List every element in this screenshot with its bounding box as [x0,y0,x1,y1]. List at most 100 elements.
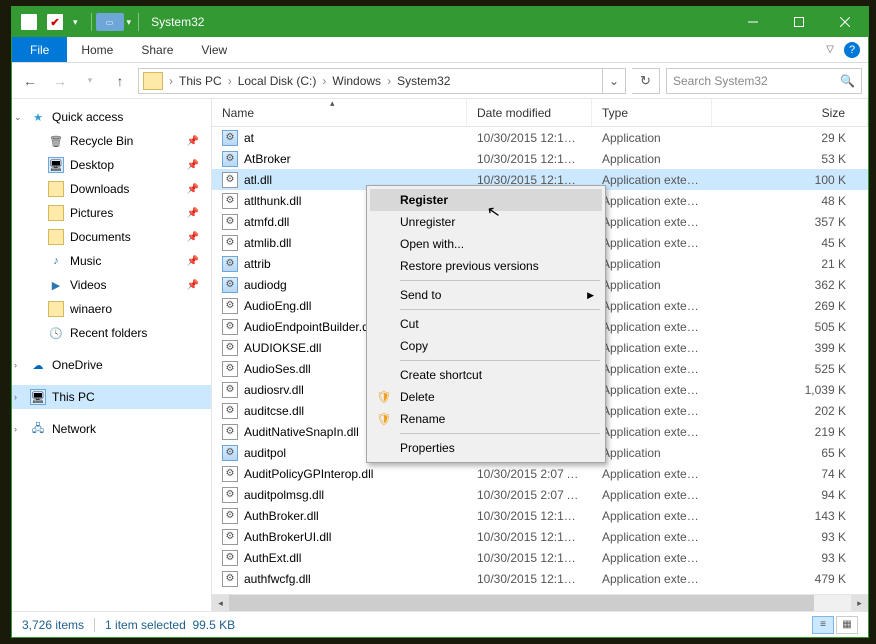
column-type[interactable]: Type [592,99,712,126]
file-type: Application extens... [592,488,712,502]
sidebar-item[interactable]: ♪Music📌 [12,249,211,273]
scroll-thumb[interactable] [229,595,814,611]
sidebar-item[interactable]: 🖥Desktop📌 [12,153,211,177]
sidebar-item[interactable]: Pictures📌 [12,201,211,225]
scroll-left-icon[interactable]: ◂ [212,595,229,612]
menu-item[interactable]: Copy [370,335,602,357]
sidebar-this-pc[interactable]: › 🖥 This PC [12,385,211,409]
scroll-right-icon[interactable]: ▸ [851,595,868,612]
file-type: Application extens... [592,530,712,544]
chevron-right-icon[interactable]: › [385,74,393,88]
column-size[interactable]: Size [712,99,868,126]
minimize-button[interactable] [730,7,776,37]
search-placeholder: Search System32 [673,74,768,88]
chevron-right-icon[interactable]: › [320,74,328,88]
qat-dropdown-icon[interactable]: ▾ [70,17,81,28]
file-type: Application [592,446,712,460]
table-row[interactable]: AuthBroker.dll10/30/2015 12:17 ...Applic… [212,505,868,526]
ribbon-tabs: File Home Share View ▽ ? [12,37,868,63]
table-row[interactable]: authfwcfg.dll10/30/2015 12:17 ...Applica… [212,568,868,589]
chevron-right-icon[interactable]: › [167,74,175,88]
sidebar-onedrive[interactable]: › ☁ OneDrive [12,353,211,377]
horizontal-scrollbar[interactable]: ◂ ▸ [212,594,868,611]
search-icon[interactable]: 🔍 [840,74,855,88]
qat-properties-icon[interactable]: ✔ [44,11,66,33]
ribbon-expand-icon[interactable]: ▽ [826,44,834,55]
table-row[interactable]: AuthExt.dll10/30/2015 12:18 ...Applicati… [212,547,868,568]
window-title: System32 [151,15,204,29]
menu-item[interactable]: Cut [370,313,602,335]
menu-item[interactable]: Restore previous versions [370,255,602,277]
menu-item[interactable]: Properties [370,437,602,459]
menu-item[interactable]: Send to▶ [370,284,602,306]
view-details-button[interactable]: ≡ [812,616,834,634]
address-bar[interactable]: › This PC › Local Disk (C:) › Windows › … [138,68,626,94]
menu-item[interactable]: 🛡Rename [370,408,602,430]
refresh-button[interactable]: ↻ [632,68,660,94]
file-type: Application extens... [592,404,712,418]
file-type: Application extens... [592,362,712,376]
sidebar-item[interactable]: Documents📌 [12,225,211,249]
column-name[interactable]: Name [212,99,467,126]
chevron-down-icon[interactable]: ⌄ [14,112,22,123]
file-size: 100 K [712,173,868,187]
menu-item[interactable]: Create shortcut [370,364,602,386]
breadcrumb[interactable]: Windows [328,74,385,88]
up-button[interactable]: ↑ [108,69,132,93]
cloud-icon: ☁ [30,357,46,373]
file-name: AuthExt.dll [244,551,301,565]
search-input[interactable]: Search System32 🔍 [666,68,862,94]
tab-home[interactable]: Home [67,37,127,62]
pin-icon: 📌 [187,160,199,171]
table-row[interactable]: AuthBrokerUI.dll10/30/2015 12:17 ...Appl… [212,526,868,547]
breadcrumb[interactable]: System32 [393,74,454,88]
close-button[interactable] [822,7,868,37]
table-row[interactable]: auditpolmsg.dll10/30/2015 2:07 AMApplica… [212,484,868,505]
sidebar-item[interactable]: ▶Videos📌 [12,273,211,297]
file-type: Application extens... [592,341,712,355]
help-icon[interactable]: ? [844,42,860,58]
sidebar-label: OneDrive [52,358,103,372]
sidebar-item[interactable]: 🕓Recent folders [12,321,211,345]
chevron-right-icon[interactable]: › [226,74,234,88]
video-icon: ▶ [48,277,64,293]
file-name: AuthBroker.dll [244,509,319,523]
maximize-button[interactable] [776,7,822,37]
breadcrumb[interactable]: Local Disk (C:) [234,74,321,88]
sidebar-network[interactable]: › 🖧 Network [12,417,211,441]
menu-item[interactable]: Unregister [370,211,602,233]
music-icon: ♪ [48,253,64,269]
file-icon [222,298,238,314]
menu-separator [400,309,600,310]
forward-button[interactable]: → [48,69,72,93]
sidebar-item[interactable]: winaero [12,297,211,321]
quick-access-toolbar: ✔ ▾ [12,11,87,33]
column-date[interactable]: Date modified [467,99,592,126]
menu-item[interactable]: Open with... [370,233,602,255]
table-row[interactable]: AtBroker10/30/2015 12:17 ...Application5… [212,148,868,169]
tab-view[interactable]: View [187,37,241,62]
qat-item-icon[interactable] [18,11,40,33]
tab-file[interactable]: File [12,37,67,62]
sidebar-quick-access[interactable]: ⌄ ★ Quick access [12,105,211,129]
table-row[interactable]: AuditPolicyGPInterop.dll10/30/2015 2:07 … [212,463,868,484]
menu-dropdown-icon[interactable]: ▾ [124,17,135,28]
chevron-right-icon[interactable]: › [14,392,17,402]
sidebar-item-label: winaero [70,302,112,316]
address-dropdown-icon[interactable]: ⌄ [602,69,625,93]
sidebar-item[interactable]: Downloads📌 [12,177,211,201]
breadcrumb[interactable]: This PC [175,74,226,88]
menu-item[interactable]: Register [370,189,602,211]
table-row[interactable]: at10/30/2015 12:17 ...Application29 K [212,127,868,148]
menu-item[interactable]: 🛡Delete [370,386,602,408]
file-size: 505 K [712,320,868,334]
tab-share[interactable]: Share [127,37,187,62]
file-name: audiosrv.dll [244,383,304,397]
back-button[interactable]: ← [18,69,42,93]
view-icons-button[interactable]: ▦ [836,616,858,634]
file-size: 143 K [712,509,868,523]
sidebar-item[interactable]: 🗑Recycle Bin📌 [12,129,211,153]
recent-dropdown-icon[interactable]: ▾ [78,69,102,93]
chevron-right-icon[interactable]: › [14,360,17,370]
chevron-right-icon[interactable]: › [14,424,17,434]
